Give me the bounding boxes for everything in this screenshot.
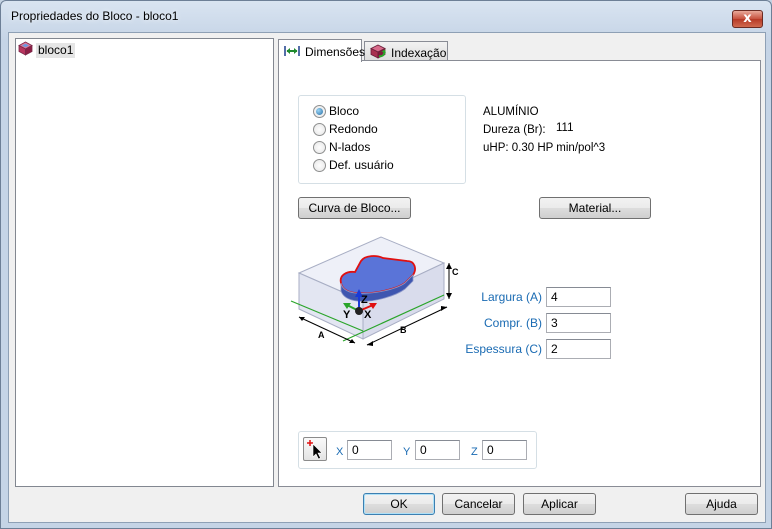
length-label: Compr. (B) <box>483 316 542 330</box>
radio-indicator-checked[interactable] <box>313 104 326 118</box>
dim-arrow-icon <box>446 293 452 299</box>
radio-label-n-lados: N-lados <box>329 140 371 154</box>
dim-label-c: C <box>452 267 459 277</box>
radio-redondo[interactable]: Redondo <box>313 121 378 137</box>
material-name: ALUMÍNIO <box>483 106 539 118</box>
radio-label-redondo: Redondo <box>329 122 378 136</box>
tab-indexacao[interactable]: Indexação <box>364 41 448 61</box>
radio-n-lados[interactable]: N-lados <box>313 139 370 155</box>
tree-item-label: bloco1 <box>36 42 76 58</box>
origin-y-input[interactable]: 0 <box>415 440 460 460</box>
tab-label: Dimensões <box>305 45 366 59</box>
dim-label-a: A <box>318 330 325 340</box>
origin-group: X 0 Y 0 Z 0 <box>298 431 537 469</box>
origin-y-label: Y <box>403 446 411 458</box>
dim-arrow-icon <box>367 341 373 346</box>
origin-point <box>355 307 363 315</box>
stock-dimension-diagram: Z Y X A B C <box>290 236 459 346</box>
dim-arrow-icon <box>441 306 447 311</box>
length-input[interactable]: 3 <box>546 313 611 333</box>
cancel-button[interactable]: Cancelar <box>442 493 515 515</box>
radio-label-bloco: Bloco <box>329 104 360 118</box>
window-title: Propriedades do Bloco - bloco1 <box>11 9 179 23</box>
dialog-window: Propriedades do Bloco - bloco1 x bloco1 <box>0 0 772 529</box>
uhp-value: uHP: 0.30 HP min/pol^3 <box>483 142 606 154</box>
tab-dimensoes[interactable]: Dimensões <box>278 39 366 62</box>
block-curve-button[interactable]: Curva de Bloco... <box>298 197 411 219</box>
thickness-input[interactable]: 2 <box>546 339 611 359</box>
width-label: Largura (A) <box>481 290 542 304</box>
shape-option-group: Bloco Redondo N-lados Def. usuário <box>298 95 466 184</box>
axis-label-y: Y <box>343 309 351 321</box>
origin-z-label: Z <box>471 446 478 458</box>
material-button[interactable]: Material... <box>539 197 651 219</box>
apply-button[interactable]: Aplicar <box>523 493 596 515</box>
dim-label-b: B <box>400 325 407 335</box>
tab-panel-dimensoes: Bloco Redondo N-lados Def. usuário ALUMÍ… <box>278 60 761 487</box>
hardness-value: 111 <box>556 122 574 134</box>
pick-point-button[interactable] <box>303 437 327 461</box>
close-button[interactable]: x <box>732 10 763 28</box>
radio-indicator[interactable] <box>313 158 326 172</box>
radio-def-usuario[interactable]: Def. usuário <box>313 157 394 173</box>
tree-item-bloco1[interactable]: bloco1 <box>18 41 76 59</box>
origin-x-label: X <box>336 446 344 458</box>
radio-bloco[interactable]: Bloco <box>313 103 359 119</box>
radio-label-def-usuario: Def. usuário <box>329 158 394 172</box>
origin-x-input[interactable]: 0 <box>347 440 392 460</box>
radio-indicator[interactable] <box>313 140 326 154</box>
dimension-arrows-icon <box>284 45 305 60</box>
help-button[interactable]: Ajuda <box>685 493 758 515</box>
ok-button[interactable]: OK <box>363 493 435 515</box>
hardness-label: Dureza (Br): <box>483 124 546 136</box>
title-bar[interactable]: Propriedades do Bloco - bloco1 x <box>1 1 771 31</box>
width-input[interactable]: 4 <box>546 287 611 307</box>
origin-z-input[interactable]: 0 <box>482 440 527 460</box>
radio-indicator[interactable] <box>313 122 326 136</box>
dialog-client-area: bloco1 Dimensões Indexação Bloco Redondo… <box>8 32 766 523</box>
axis-label-z: Z <box>361 294 368 306</box>
thickness-label: Espessura (C) <box>465 342 542 356</box>
indexing-icon <box>370 44 391 62</box>
block-icon <box>18 41 33 59</box>
axis-label-x: X <box>364 309 372 321</box>
stock-tree-view[interactable]: bloco1 <box>15 38 274 487</box>
tab-label: Indexação <box>391 45 447 60</box>
